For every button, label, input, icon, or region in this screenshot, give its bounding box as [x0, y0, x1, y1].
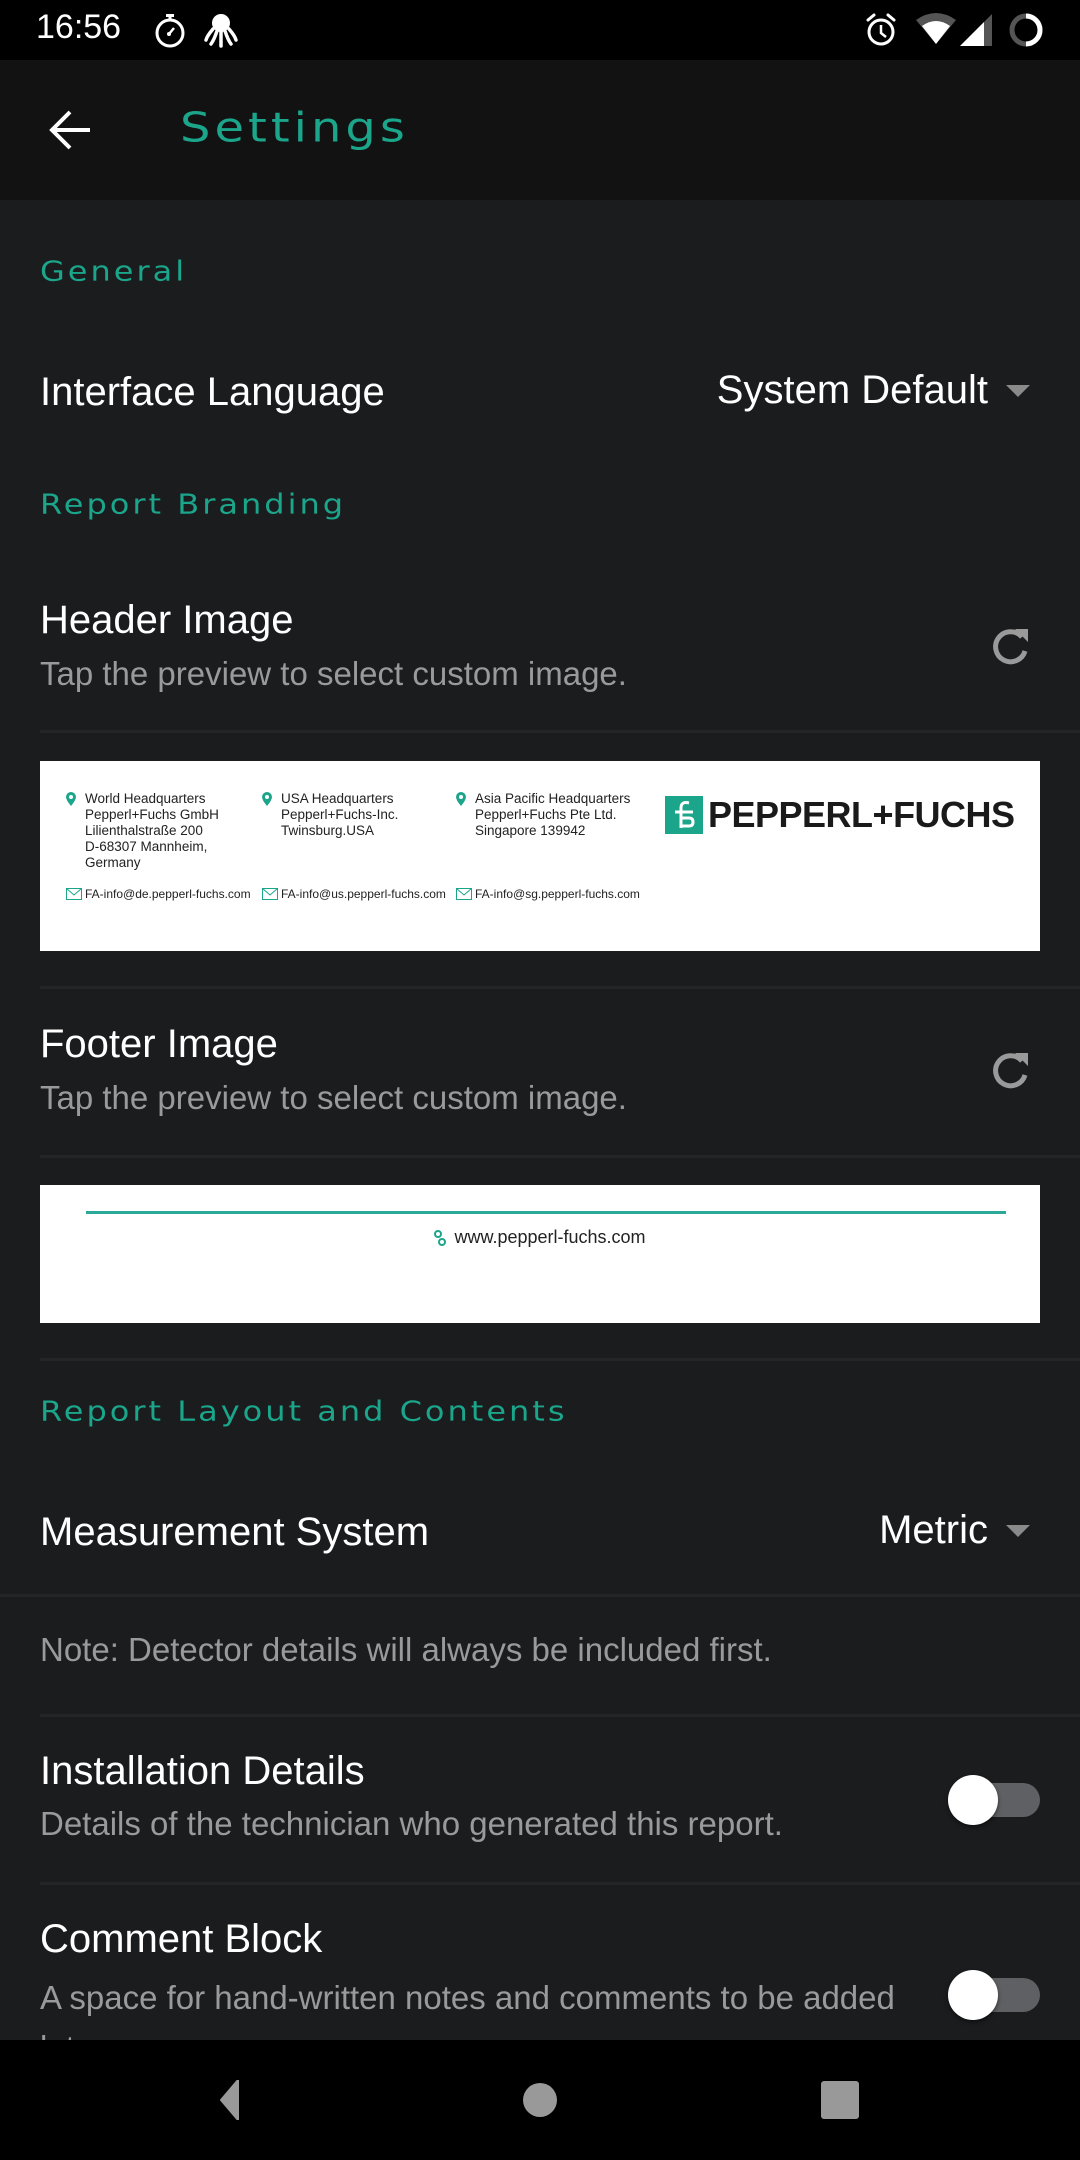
divider: [40, 1155, 1080, 1158]
company-logo: PEPPERL+FUCHS: [665, 794, 1015, 836]
installation-details-subtitle: Details of the technician who generated …: [40, 1805, 783, 1842]
navigation-bar: [0, 2040, 1080, 2160]
nav-recents-button[interactable]: [815, 2075, 865, 2125]
signal-icon: [960, 14, 992, 46]
divider: [40, 1714, 1080, 1717]
detector-note: Note: Detector details will always be in…: [40, 1631, 772, 1668]
measurement-system-label: Measurement System: [40, 1510, 430, 1554]
toggle-thumb: [948, 1970, 998, 2020]
circle-home-icon: [523, 2083, 557, 2117]
office-email: FA-info@de.pepperl-fuchs.com: [66, 887, 251, 901]
measurement-system-row[interactable]: Measurement System Metric: [0, 1480, 1080, 1592]
comment-block-row[interactable]: Comment Block A space for hand-written n…: [0, 1913, 1080, 2040]
office-asia-hq: Asia Pacific Headquarters Pepperl+Fuchs …: [456, 791, 631, 839]
battery-icon: [1009, 13, 1043, 47]
header-image-title: Header Image: [40, 598, 294, 642]
office-line: Singapore 139942: [475, 823, 586, 838]
installation-details-toggle[interactable]: [948, 1765, 1040, 1825]
mail-icon: [66, 888, 82, 900]
interface-language-value: System Default: [716, 368, 988, 412]
location-pin-icon: [456, 792, 466, 806]
section-header-general: General: [40, 254, 188, 288]
pf-logo-icon: [665, 796, 703, 834]
office-line: Lilienthalstraße 200: [85, 823, 203, 838]
nav-home-button[interactable]: [515, 2075, 565, 2125]
interface-language-row[interactable]: Interface Language System Default: [0, 340, 1080, 445]
office-email: FA-info@sg.pepperl-fuchs.com: [456, 887, 640, 901]
mail-icon: [262, 888, 278, 900]
stopwatch-icon: [155, 14, 185, 48]
chevron-down-icon: [1006, 384, 1030, 397]
footer-image-subtitle: Tap the preview to select custom image.: [40, 1079, 627, 1116]
header-image-row: Header Image Tap the preview to select c…: [0, 590, 1080, 730]
office-line: Pepperl+Fuchs GmbH: [85, 807, 219, 822]
octopus-icon: [204, 14, 238, 48]
nav-back-button[interactable]: [205, 2075, 255, 2125]
divider: [40, 1358, 1080, 1361]
location-pin-icon: [66, 792, 76, 806]
mail-icon: [456, 888, 472, 900]
square-recents-icon: [821, 2081, 859, 2119]
footer-image-title: Footer Image: [40, 1022, 278, 1066]
office-usa-hq: USA Headquarters Pepperl+Fuchs-Inc. Twin…: [262, 791, 399, 839]
office-line: Pepperl+Fuchs-Inc.: [281, 807, 399, 822]
installation-details-row[interactable]: Installation Details Details of the tech…: [0, 1745, 1080, 1880]
office-email: FA-info@us.pepperl-fuchs.com: [262, 887, 446, 901]
link-icon: [434, 1229, 447, 1246]
status-time: 16:56: [36, 8, 122, 46]
header-image-preview[interactable]: World Headquarters Pepperl+Fuchs GmbH Li…: [40, 761, 1040, 951]
app-bar: Settings: [0, 60, 1080, 200]
office-line: Germany: [85, 855, 141, 870]
office-line: Pepperl+Fuchs Pte Ltd.: [475, 807, 617, 822]
alarm-icon: [866, 13, 896, 46]
office-line: USA Headquarters: [281, 791, 394, 806]
refresh-icon: [993, 1053, 1028, 1089]
header-image-subtitle: Tap the preview to select custom image.: [40, 655, 627, 692]
back-button[interactable]: [30, 90, 110, 170]
footer-website: www.pepperl-fuchs.com: [40, 1227, 1040, 1248]
office-line: D-68307 Mannheim,: [85, 839, 208, 854]
footer-image-preview[interactable]: www.pepperl-fuchs.com: [40, 1185, 1040, 1323]
logo-text: PEPPERL+FUCHS: [708, 794, 1015, 835]
refresh-icon: [993, 629, 1028, 665]
interface-language-label: Interface Language: [40, 370, 385, 414]
divider: [40, 986, 1080, 989]
footer-rule: [86, 1211, 1006, 1214]
divider: [40, 730, 1080, 733]
office-line: World Headquarters: [85, 791, 206, 806]
divider: [0, 1594, 1080, 1597]
office-line: Asia Pacific Headquarters: [475, 791, 631, 806]
measurement-system-value: Metric: [879, 1508, 988, 1552]
comment-block-title: Comment Block: [40, 1917, 323, 1961]
header-image-reset-button[interactable]: [980, 617, 1040, 677]
footer-image-row: Footer Image Tap the preview to select c…: [0, 1014, 1080, 1154]
arrow-left-icon: [49, 110, 90, 150]
section-header-report-branding: Report Branding: [40, 487, 347, 521]
installation-details-title: Installation Details: [40, 1749, 365, 1793]
footer-image-reset-button[interactable]: [980, 1041, 1040, 1101]
office-line: Twinsburg.USA: [281, 823, 375, 838]
wifi-icon: [916, 13, 956, 44]
status-bar: 16:56: [0, 0, 1080, 60]
comment-block-toggle[interactable]: [948, 1960, 1040, 2020]
measurement-system-dropdown[interactable]: Metric: [879, 1508, 1030, 1553]
page-title: Settings: [180, 104, 409, 152]
location-pin-icon: [262, 792, 272, 806]
comment-block-subtitle: A space for hand-written notes and comme…: [40, 1979, 895, 2040]
chevron-down-icon: [1006, 1524, 1030, 1537]
divider: [40, 1882, 1080, 1885]
section-header-report-layout: Report Layout and Contents: [40, 1394, 568, 1428]
office-world-hq: World Headquarters Pepperl+Fuchs GmbH Li…: [66, 791, 219, 871]
triangle-back-icon: [220, 2080, 239, 2120]
toggle-thumb: [948, 1775, 998, 1825]
interface-language-dropdown[interactable]: System Default: [717, 368, 1030, 413]
